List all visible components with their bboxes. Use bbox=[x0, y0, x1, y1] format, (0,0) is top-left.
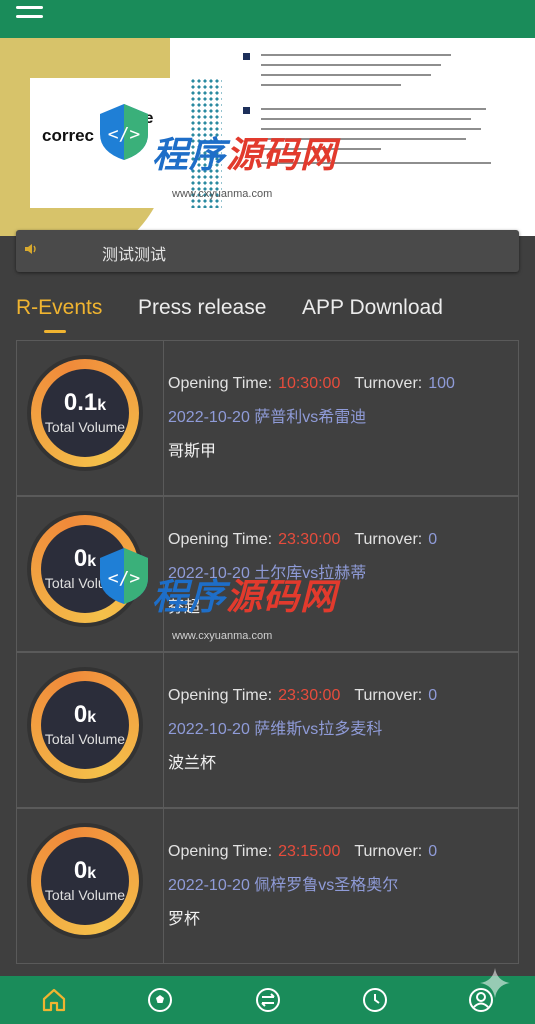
event-card[interactable]: 0.1k Total Volume Opening Time: 10:30:00 T… bbox=[16, 340, 519, 496]
match-title[interactable]: 2022-10-20 土尔库vs拉赫蒂 bbox=[168, 559, 513, 583]
nav-history[interactable] bbox=[361, 986, 391, 1016]
speaker-icon bbox=[25, 244, 36, 254]
event-tabs: R-Events Press release APP Download bbox=[16, 296, 519, 336]
menu-icon[interactable] bbox=[16, 6, 43, 26]
announcement-text: 测试测试 bbox=[102, 247, 167, 264]
event-card[interactable]: 0k Total Volume Opening Time: 23:30:00 Tur… bbox=[16, 496, 519, 652]
volume-label: Total Volume bbox=[44, 419, 126, 435]
opening-time-value: 23:15:00 bbox=[278, 843, 341, 860]
volume-value: 0.1k bbox=[63, 389, 107, 416]
banner-text-block bbox=[245, 158, 515, 172]
tab-r-events[interactable]: R-Events bbox=[16, 296, 102, 320]
event-meta-row: Opening Time: 23:15:00 Turnover: 0 bbox=[168, 843, 513, 861]
league-name: 罗杯 bbox=[168, 911, 201, 928]
opening-time-value: 23:30:00 bbox=[278, 687, 341, 704]
volume-label: Total Volume bbox=[44, 887, 126, 903]
volume-label: Total Volume bbox=[44, 575, 126, 591]
turnover-value: 0 bbox=[428, 687, 438, 704]
announcement-bar[interactable]: 测试测试 bbox=[16, 230, 519, 272]
event-meta-row: Opening Time: 23:30:00 Turnover: 0 bbox=[168, 687, 513, 705]
event-card[interactable]: 0k Total Volume Opening Time: 23:30:00 Tur… bbox=[16, 652, 519, 808]
nav-exchange[interactable] bbox=[254, 986, 284, 1016]
volume-value: 0k bbox=[73, 545, 97, 572]
banner-slogan-top: ope bbox=[125, 110, 154, 127]
nav-football[interactable] bbox=[146, 986, 176, 1016]
league-name: 芬超 bbox=[168, 599, 201, 616]
nav-home[interactable] bbox=[40, 986, 70, 1016]
turnover-value: 0 bbox=[428, 843, 438, 860]
turnover-value: 0 bbox=[428, 531, 438, 548]
opening-time-label: Opening Time: bbox=[168, 843, 273, 860]
match-title[interactable]: 2022-10-20 佩梓罗鲁vs圣格奥尔 bbox=[168, 871, 513, 895]
event-meta-row: Opening Time: 23:30:00 Turnover: 0 bbox=[168, 531, 513, 549]
volume-value: 0k bbox=[73, 701, 97, 728]
volume-label: Total Volume bbox=[44, 731, 126, 747]
turnover-label: Turnover: bbox=[354, 687, 423, 704]
volume-badge: 0k Total Volume bbox=[27, 511, 143, 627]
exchange-icon bbox=[256, 988, 280, 1012]
opening-time-value: 23:30:00 bbox=[278, 531, 341, 548]
volume-value: 0k bbox=[73, 857, 97, 884]
banner-slogan-left: correc bbox=[42, 126, 94, 145]
active-tab-indicator bbox=[44, 330, 66, 333]
league-name: 波兰杯 bbox=[168, 755, 217, 772]
event-card[interactable]: 0k Total Volume Opening Time: 23:15:00 Tur… bbox=[16, 808, 519, 964]
banner-dot-pattern bbox=[190, 78, 222, 208]
turnover-label: Turnover: bbox=[354, 375, 423, 392]
football-icon bbox=[148, 988, 172, 1012]
volume-badge: 0.1k Total Volume bbox=[27, 355, 143, 471]
banner-image[interactable]: correc ope bbox=[0, 38, 535, 236]
sparkle-icon bbox=[480, 968, 510, 998]
turnover-label: Turnover: bbox=[354, 843, 423, 860]
banner-text-block bbox=[243, 50, 515, 94]
league-name: 哥斯甲 bbox=[168, 443, 217, 460]
turnover-value: 100 bbox=[428, 375, 455, 392]
banner-text-block bbox=[243, 104, 515, 158]
top-bar bbox=[0, 0, 535, 38]
turnover-label: Turnover: bbox=[354, 531, 423, 548]
home-icon bbox=[42, 988, 66, 1012]
opening-time-label: Opening Time: bbox=[168, 531, 273, 548]
event-meta-row: Opening Time: 10:30:00 Turnover: 100 bbox=[168, 375, 513, 393]
bottom-nav bbox=[0, 976, 535, 1024]
opening-time-value: 10:30:00 bbox=[278, 375, 341, 392]
tab-app-download[interactable]: APP Download bbox=[302, 296, 443, 320]
opening-time-label: Opening Time: bbox=[168, 375, 273, 392]
match-title[interactable]: 2022-10-20 萨维斯vs拉多麦科 bbox=[168, 715, 513, 739]
opening-time-label: Opening Time: bbox=[168, 687, 273, 704]
volume-badge: 0k Total Volume bbox=[27, 823, 143, 939]
match-title[interactable]: 2022-10-20 萨普利vs希雷迪 bbox=[168, 403, 513, 427]
tab-press-release[interactable]: Press release bbox=[138, 296, 266, 320]
clock-icon bbox=[363, 988, 387, 1012]
volume-badge: 0k Total Volume bbox=[27, 667, 143, 783]
